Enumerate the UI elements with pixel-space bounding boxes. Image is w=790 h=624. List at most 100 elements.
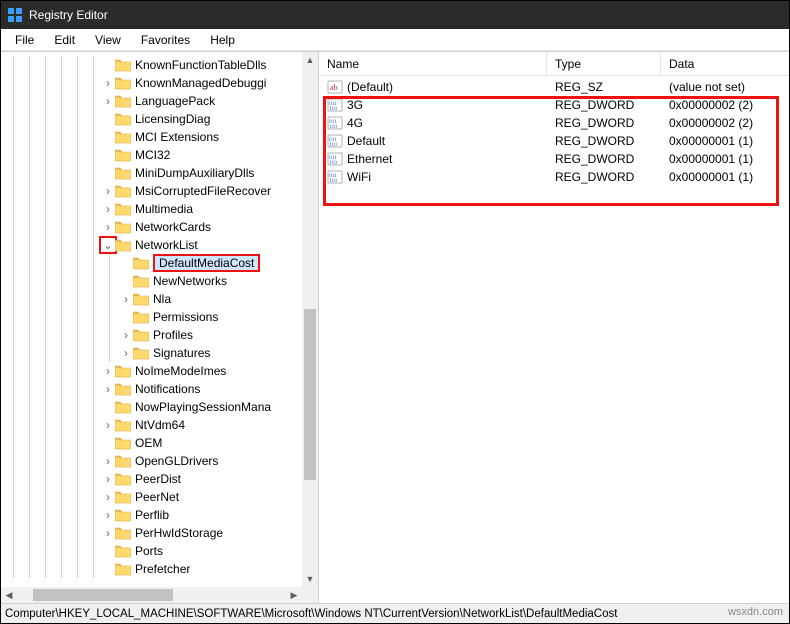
folder-icon bbox=[115, 382, 131, 396]
values-pane: Name Type Data ab(Default)REG_SZ(value n… bbox=[319, 52, 789, 603]
menu-view[interactable]: View bbox=[85, 31, 131, 49]
expand-icon[interactable]: › bbox=[101, 491, 115, 503]
menu-favorites[interactable]: Favorites bbox=[131, 31, 200, 49]
list-row[interactable]: 0111104GREG_DWORD0x00000002 (2) bbox=[319, 114, 789, 132]
value-name: WiFi bbox=[347, 170, 371, 184]
tree-item[interactable]: ›PeerNet bbox=[1, 488, 302, 506]
expand-icon[interactable]: › bbox=[101, 383, 115, 395]
list-row[interactable]: 011110EthernetREG_DWORD0x00000001 (1) bbox=[319, 150, 789, 168]
folder-icon bbox=[115, 166, 131, 180]
tree-item-label: MCI Extensions bbox=[135, 130, 225, 144]
value-type: REG_SZ bbox=[547, 80, 661, 94]
tree-item[interactable]: NowPlayingSessionMana bbox=[1, 398, 302, 416]
tree-item[interactable]: ›Notifications bbox=[1, 380, 302, 398]
tree-vscrollbar[interactable]: ▲ ▼ bbox=[302, 52, 318, 587]
tree-item[interactable]: ›NtVdm64 bbox=[1, 416, 302, 434]
collapse-icon[interactable]: ⌄ bbox=[101, 239, 115, 251]
tree-item-label: OEM bbox=[135, 436, 168, 450]
scroll-down-icon[interactable]: ▼ bbox=[302, 571, 318, 587]
list-row[interactable]: 011110WiFiREG_DWORD0x00000001 (1) bbox=[319, 168, 789, 186]
folder-icon bbox=[115, 58, 131, 72]
list-row[interactable]: 0111103GREG_DWORD0x00000002 (2) bbox=[319, 96, 789, 114]
tree-item-label: Permissions bbox=[153, 310, 224, 324]
tree-item-label: Profiles bbox=[153, 328, 199, 342]
expand-icon[interactable]: › bbox=[101, 221, 115, 233]
scroll-right-icon[interactable]: ▶ bbox=[286, 587, 302, 603]
expand-icon[interactable]: › bbox=[101, 509, 115, 521]
expand-icon[interactable]: › bbox=[101, 203, 115, 215]
folder-icon bbox=[115, 238, 131, 252]
tree-item[interactable]: › MsiCorruptedFileRecover bbox=[1, 182, 302, 200]
folder-icon bbox=[133, 292, 149, 306]
expand-icon[interactable]: › bbox=[101, 77, 115, 89]
list-header: Name Type Data bbox=[319, 52, 789, 76]
expand-icon[interactable]: › bbox=[101, 473, 115, 485]
tree-item-label: Prefetcher bbox=[135, 562, 196, 576]
title-bar: Registry Editor bbox=[1, 1, 789, 29]
menu-edit[interactable]: Edit bbox=[44, 31, 85, 49]
tree-hscrollbar[interactable]: ◀ ▶ bbox=[1, 587, 302, 603]
watermark-text: wsxdn.com bbox=[728, 606, 783, 618]
tree-item[interactable]: MCI32 bbox=[1, 146, 302, 164]
tree-item[interactable]: LicensingDiag bbox=[1, 110, 302, 128]
svg-text:110: 110 bbox=[329, 160, 337, 166]
folder-icon bbox=[115, 544, 131, 558]
list-row[interactable]: ab(Default)REG_SZ(value not set) bbox=[319, 78, 789, 96]
tree-item[interactable]: ›Perflib bbox=[1, 506, 302, 524]
menu-help[interactable]: Help bbox=[200, 31, 245, 49]
scroll-left-icon[interactable]: ◀ bbox=[1, 587, 17, 603]
expand-icon[interactable]: › bbox=[119, 347, 133, 359]
folder-icon bbox=[115, 76, 131, 90]
tree-item[interactable]: MiniDumpAuxiliaryDlls bbox=[1, 164, 302, 182]
expand-icon[interactable]: › bbox=[101, 185, 115, 197]
tree-item[interactable]: Prefetcher bbox=[1, 560, 302, 578]
folder-icon bbox=[115, 202, 131, 216]
expand-icon[interactable]: › bbox=[119, 293, 133, 305]
scroll-up-icon[interactable]: ▲ bbox=[302, 52, 318, 68]
tree-item[interactable]: ›PerHwIdStorage bbox=[1, 524, 302, 542]
col-header-name[interactable]: Name bbox=[319, 52, 547, 75]
svg-text:110: 110 bbox=[329, 178, 337, 184]
tree-item[interactable]: ›NetworkCards bbox=[1, 218, 302, 236]
folder-icon bbox=[115, 562, 131, 576]
tree-item[interactable]: › Profiles bbox=[1, 326, 302, 344]
tree-item[interactable]: Ports bbox=[1, 542, 302, 560]
tree-item[interactable]: ›Multimedia bbox=[1, 200, 302, 218]
tree-item[interactable]: ›NoImeModeImes bbox=[1, 362, 302, 380]
tree-item[interactable]: ›KnownManagedDebuggi bbox=[1, 74, 302, 92]
tree-item[interactable]: ›OpenGLDrivers bbox=[1, 452, 302, 470]
col-header-data[interactable]: Data bbox=[661, 52, 789, 75]
tree-item[interactable]: ›Signatures bbox=[1, 344, 302, 362]
svg-text:110: 110 bbox=[329, 124, 337, 130]
expand-icon[interactable]: › bbox=[101, 419, 115, 431]
tree-item[interactable]: MCI Extensions bbox=[1, 128, 302, 146]
svg-text:ab: ab bbox=[330, 83, 338, 92]
tree-item[interactable]: NewNetworks bbox=[1, 272, 302, 290]
scroll-thumb[interactable] bbox=[33, 589, 173, 601]
scroll-thumb[interactable] bbox=[304, 309, 316, 480]
expand-icon[interactable]: › bbox=[101, 455, 115, 467]
tree-item[interactable]: KnownFunctionTableDlls bbox=[1, 56, 302, 74]
tree-item[interactable]: ›Nla bbox=[1, 290, 302, 308]
folder-icon bbox=[115, 130, 131, 144]
folder-icon bbox=[115, 148, 131, 162]
expand-icon[interactable]: › bbox=[119, 329, 133, 341]
tree-item-label: NewNetworks bbox=[153, 274, 233, 288]
expand-icon[interactable]: › bbox=[101, 95, 115, 107]
tree-item[interactable]: ⌄ NetworkList bbox=[1, 236, 302, 254]
tree-item[interactable]: Permissions bbox=[1, 308, 302, 326]
tree-item[interactable]: ›LanguagePack bbox=[1, 92, 302, 110]
content-area: KnownFunctionTableDlls›KnownManagedDebug… bbox=[1, 51, 789, 603]
tree-item[interactable]: DefaultMediaCost bbox=[1, 254, 302, 272]
tree-item-label: MsiCorruptedFileRecover bbox=[135, 184, 277, 198]
col-header-type[interactable]: Type bbox=[547, 52, 661, 75]
menu-file[interactable]: File bbox=[5, 31, 44, 49]
tree-item[interactable]: OEM bbox=[1, 434, 302, 452]
tree-item-label: Ports bbox=[135, 544, 169, 558]
expand-icon[interactable]: › bbox=[101, 365, 115, 377]
tree-item-label: NetworkList bbox=[135, 238, 204, 252]
list-row[interactable]: 011110DefaultREG_DWORD0x00000001 (1) bbox=[319, 132, 789, 150]
expand-icon[interactable]: › bbox=[101, 527, 115, 539]
tree-item[interactable]: ›PeerDist bbox=[1, 470, 302, 488]
folder-icon bbox=[115, 220, 131, 234]
